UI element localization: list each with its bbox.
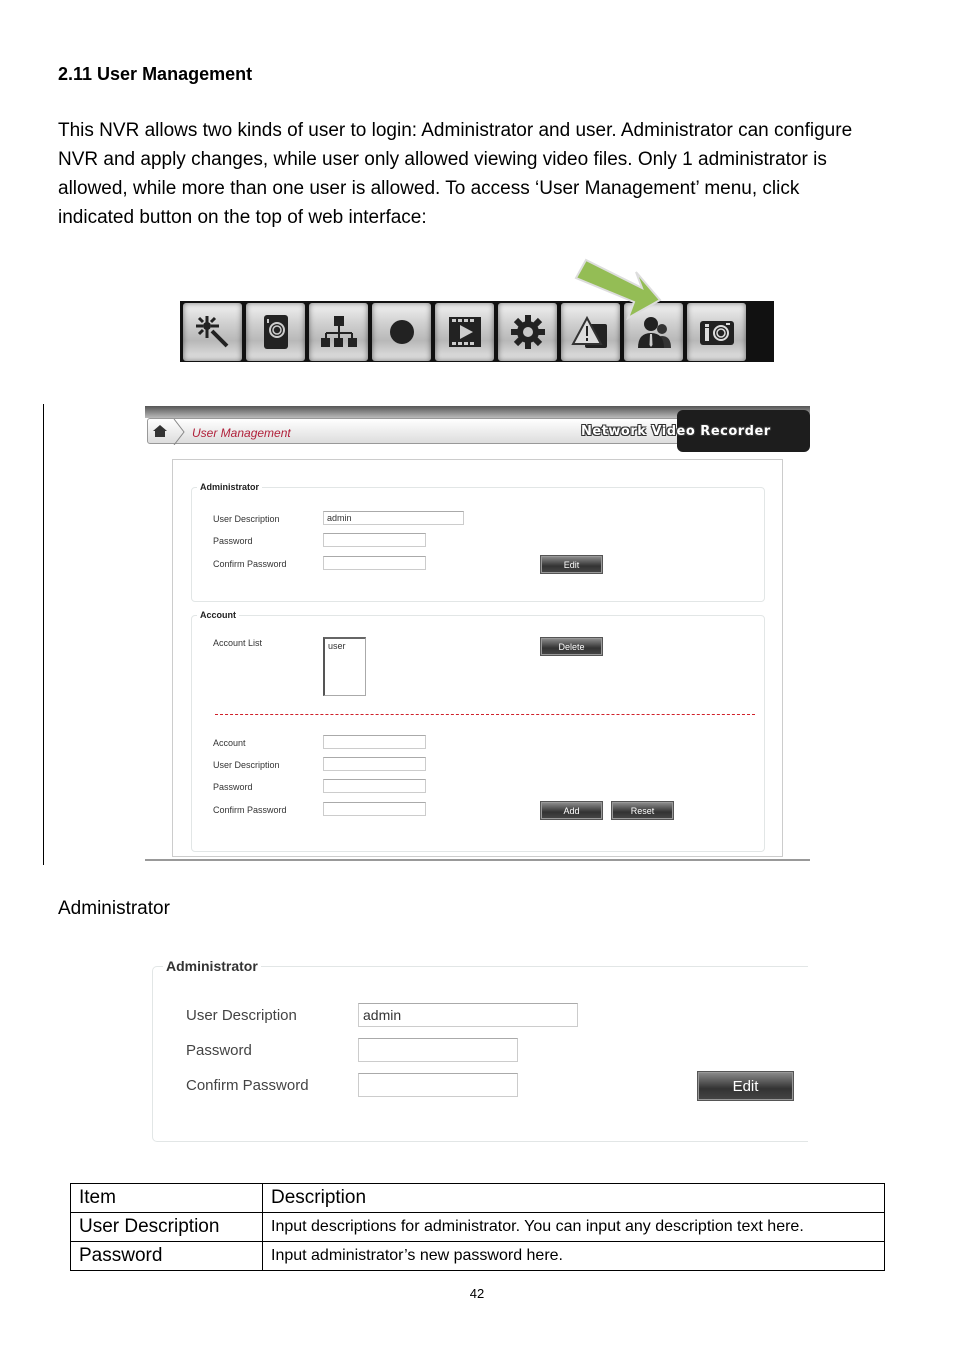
table-row: Password Input administrator’s new passw… — [70, 1241, 885, 1271]
admin-confirm-password-input[interactable] — [323, 556, 426, 570]
administrator-zoom-screenshot: Administrator User Description admin Pas… — [152, 958, 808, 1142]
zoomed-confirm-password-input[interactable] — [358, 1073, 518, 1097]
toolbar-button-settings[interactable] — [498, 302, 557, 361]
playback-icon — [448, 316, 481, 347]
wizard-wand-icon — [195, 315, 228, 347]
settings-panel: Administrator User Description admin Pas… — [172, 459, 783, 857]
account-legend: Account — [200, 610, 236, 620]
admin-user-description-label: User Description — [213, 514, 280, 524]
brand-logo: Network Video Recorder — [581, 424, 771, 439]
confirm-password-input[interactable] — [323, 802, 426, 816]
section-divider — [215, 714, 755, 715]
account-label: Account — [213, 738, 246, 748]
account-list[interactable]: user — [323, 637, 366, 696]
row-item: User Description — [70, 1212, 263, 1242]
administrator-legend-zoomed: Administrator — [166, 958, 258, 974]
pointer-arrow-icon — [574, 258, 662, 321]
snapshot-info-icon — [699, 320, 734, 345]
toolbar-button-wizard[interactable] — [183, 302, 242, 361]
zoomed-confirm-password-label: Confirm Password — [186, 1077, 309, 1094]
header-description: Description — [262, 1183, 885, 1213]
account-input[interactable] — [323, 735, 426, 749]
toolbar-button-playback[interactable] — [435, 302, 494, 361]
subsection-label: Administrator — [58, 898, 170, 919]
admin-confirm-password-label: Confirm Password — [213, 559, 287, 569]
intro-paragraph: This NVR allows two kinds of user to log… — [58, 120, 853, 228]
nvr-toolbar — [180, 301, 774, 362]
table-header-row: Item Description — [70, 1183, 885, 1213]
user-description-input[interactable] — [323, 757, 426, 771]
confirm-password-label: Confirm Password — [213, 805, 287, 815]
network-icon — [320, 315, 357, 347]
admin-user-description-input[interactable]: admin — [323, 511, 464, 525]
administrator-fieldset: Administrator — [191, 482, 765, 602]
header-item: Item — [70, 1183, 263, 1213]
edit-button[interactable]: Edit — [540, 555, 603, 574]
password-label: Password — [213, 782, 253, 792]
home-icon[interactable] — [152, 423, 168, 439]
user-description-label: User Description — [213, 760, 280, 770]
toolbar-button-camera[interactable] — [246, 302, 305, 361]
camera-icon — [263, 314, 288, 349]
margin-rule — [43, 404, 44, 865]
breadcrumb-title: User Management — [192, 426, 291, 440]
account-list-item[interactable]: user — [328, 641, 362, 651]
page-number: 42 — [469, 1286, 485, 1301]
settings-gear-icon — [510, 314, 545, 349]
row-item: Password — [70, 1241, 263, 1271]
admin-password-input[interactable] — [323, 533, 426, 547]
row-description: Input administrator’s new password here. — [262, 1241, 885, 1271]
add-button[interactable]: Add — [540, 801, 603, 820]
zoomed-user-description-input[interactable]: admin — [358, 1003, 578, 1027]
zoomed-user-description-label: User Description — [186, 1007, 297, 1024]
user-management-screenshot: User Management Network Video Recorder A… — [145, 406, 810, 861]
toolbar-button-network[interactable] — [309, 302, 368, 361]
password-input[interactable] — [323, 779, 426, 793]
screenshot-bottom-rule — [145, 859, 810, 861]
reset-button[interactable]: Reset — [611, 801, 674, 820]
toolbar-button-snapshot[interactable] — [687, 302, 746, 361]
row-description: Input descriptions for administrator. Yo… — [262, 1212, 885, 1242]
section-heading: 2.11 User Management — [58, 64, 253, 84]
zoomed-password-input[interactable] — [358, 1038, 518, 1062]
table-row: User Description Input descriptions for … — [70, 1212, 885, 1242]
zoomed-edit-button[interactable]: Edit — [697, 1071, 794, 1101]
admin-password-label: Password — [213, 536, 253, 546]
breadcrumb-chevron-icon — [173, 419, 185, 445]
description-table: Item Description User Description Input … — [70, 1183, 885, 1271]
record-icon — [389, 319, 414, 344]
delete-button[interactable]: Delete — [540, 637, 603, 656]
account-fieldset: Account — [191, 610, 765, 852]
administrator-legend: Administrator — [200, 482, 260, 492]
zoomed-password-label: Password — [186, 1042, 252, 1059]
toolbar-button-record[interactable] — [372, 302, 431, 361]
account-list-label: Account List — [213, 638, 263, 648]
